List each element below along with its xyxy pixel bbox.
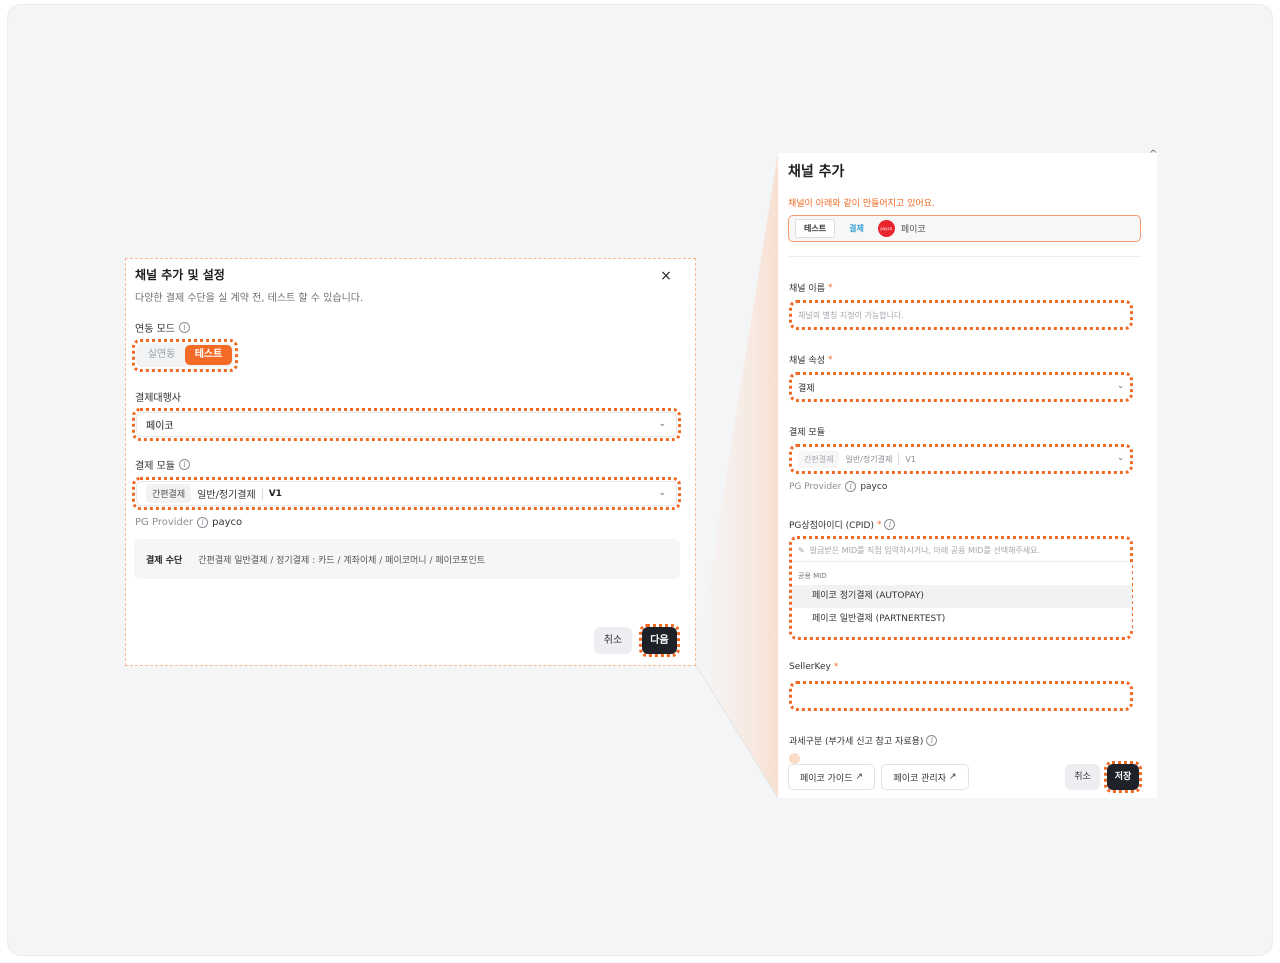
pg-label: 결제대행사: [135, 393, 181, 404]
tax-label: 과세구분 (부가세 신고 참고 자료용): [789, 737, 924, 747]
external-link-icon: ↗: [949, 772, 957, 782]
panel-title: 채널 추가: [788, 164, 845, 180]
mode-toggle[interactable]: 실연동 테스트: [136, 343, 234, 367]
preview-pg-name: 페이코: [900, 225, 926, 235]
chevron-down-icon: ⌄: [658, 487, 666, 498]
pay-method-box: 결제 수단 간편결제 일반결제 / 정기결제 : 카드 / 계좌이체 / 페이코…: [134, 539, 680, 579]
module-tag: 간편결제: [146, 484, 192, 503]
channel-name-label-row: 채널 이름 *: [789, 281, 833, 295]
module-type: 일반/정기결제: [845, 454, 893, 464]
mid-option-autopay[interactable]: 페이코 정기결제 (AUTOPAY): [792, 585, 1132, 608]
save-button[interactable]: 저장: [1107, 764, 1139, 790]
info-icon[interactable]: i: [845, 481, 857, 492]
info-icon[interactable]: i: [926, 735, 938, 746]
module-label: 결제 모듈: [135, 461, 175, 472]
required-mark: *: [827, 354, 833, 365]
module-version: V1: [905, 454, 916, 464]
provider-row: PG Provider i payco: [135, 517, 242, 528]
module-type: 일반/정기결제: [197, 490, 256, 501]
chevron-down-icon: ⌄: [1117, 453, 1124, 462]
module-version: V1: [268, 488, 282, 499]
payco-admin-button[interactable]: 페이코 관리자 ↗: [881, 764, 969, 790]
required-mark: *: [876, 519, 882, 530]
provider-label: PG Provider: [135, 517, 194, 528]
add-channel-panel: ^ 채널 추가 채널이 아래와 같이 만들어지고 있어요. 테스트 결제 pay…: [778, 149, 1157, 798]
divider: [898, 453, 900, 465]
provider-value: payco: [860, 481, 888, 492]
mode-label: 연동 모드: [135, 324, 175, 335]
preview-type: 결제: [849, 224, 864, 233]
tax-radio[interactable]: [789, 753, 800, 764]
pg-select[interactable]: 페이코 ⌄: [136, 412, 677, 437]
info-icon[interactable]: i: [884, 519, 896, 530]
tax-label-row: 과세구분 (부가세 신고 참고 자료용) i: [789, 734, 938, 747]
info-icon[interactable]: i: [178, 459, 190, 470]
info-icon[interactable]: i: [178, 322, 190, 333]
cancel-button[interactable]: 취소: [594, 627, 632, 654]
required-mark: *: [833, 662, 839, 672]
divider: [261, 487, 263, 500]
provider-label: PG Provider: [789, 481, 842, 492]
preview-mode-badge: 테스트: [795, 219, 836, 238]
sellerkey-label-row: SellerKey *: [789, 662, 838, 672]
channel-name-label: 채널 이름: [789, 284, 825, 294]
module-select[interactable]: 간편결제 일반/정기결제 V1 ⌄: [136, 481, 677, 506]
channel-attr-label-row: 채널 속성 *: [789, 353, 833, 367]
module-tag: 간편결제: [798, 450, 840, 468]
modal-subtitle: 다양한 결제 수단을 실 계약 전, 테스트 할 수 있습니다.: [135, 293, 364, 304]
pencil-icon: ✎: [798, 546, 805, 555]
guide-label: 페이코 가이드: [799, 773, 853, 784]
mode-option-test[interactable]: 테스트: [185, 345, 232, 365]
required-mark: *: [827, 282, 833, 293]
mid-group-label: 공용 MID: [798, 572, 827, 580]
next-button[interactable]: 다음: [642, 627, 677, 654]
cpid-placeholder: 발급받은 MID를 직접 입력하시거나, 아래 공용 MID를 선택해주세요.: [809, 546, 1041, 555]
sellerkey-label: SellerKey: [789, 662, 831, 672]
modal-title: 채널 추가 및 설정: [135, 268, 225, 282]
channel-attr-value: 결제: [798, 383, 815, 394]
module-label: 결제 모듈: [789, 428, 825, 438]
sellerkey-input[interactable]: [792, 685, 1130, 707]
chevron-down-icon: ⌄: [658, 418, 666, 429]
close-icon[interactable]: ×: [659, 269, 673, 283]
channel-preview: 테스트 결제 payco 페이코: [788, 215, 1141, 242]
admin-label: 페이코 관리자: [893, 773, 946, 784]
module-label-row: 결제 모듈 i: [135, 457, 190, 472]
channel-name-input[interactable]: 채널의 별칭 지정이 가능합니다.: [792, 304, 1130, 326]
payco-guide-button[interactable]: 페이코 가이드 ↗: [788, 764, 875, 790]
mode-option-live[interactable]: 실연동: [138, 345, 185, 365]
module-select[interactable]: 간편결제 일반/정기결제 V1 ⌄: [792, 448, 1130, 470]
info-icon[interactable]: i: [197, 517, 209, 528]
preview-notice: 채널이 아래와 같이 만들어지고 있어요.: [788, 199, 935, 209]
cpid-label: PG상점아이디 (CPID): [789, 521, 874, 531]
provider-row: PG Provider i payco: [789, 481, 887, 492]
payco-logo-icon: payco: [877, 220, 895, 237]
pg-select-value: 페이코: [146, 421, 174, 432]
chevron-down-icon: ⌄: [1117, 381, 1124, 390]
external-link-icon: ↗: [855, 772, 864, 782]
pay-method-value: 간편결제 일반결제 / 정기결제 : 카드 / 계좌이체 / 페이코머니 / 페…: [198, 555, 486, 566]
cpid-input[interactable]: ✎ 발급받은 MID를 직접 입력하시거나, 아래 공용 MID를 선택해주세요…: [792, 540, 1130, 562]
cancel-button[interactable]: 취소: [1065, 764, 1100, 790]
cpid-label-row: PG상점아이디 (CPID) * i: [789, 518, 896, 531]
chevron-up-icon[interactable]: ^: [1149, 149, 1157, 160]
mid-option-partnertest[interactable]: 페이코 일반결제 (PARTNERTEST): [792, 608, 1132, 631]
channel-attr-label: 채널 속성: [789, 356, 825, 366]
provider-value: payco: [212, 517, 243, 528]
mode-label-row: 연동 모드 i: [135, 320, 190, 335]
channel-attr-select[interactable]: 결제 ⌄: [792, 376, 1130, 398]
divider: [788, 256, 1141, 257]
mid-dropdown: 공용 MID 페이코 정기결제 (AUTOPAY) 페이코 일반결제 (PART…: [792, 565, 1132, 631]
add-channel-modal: 채널 추가 및 설정 × 다양한 결제 수단을 실 계약 전, 테스트 할 수 …: [125, 258, 696, 666]
pay-method-label: 결제 수단: [146, 555, 183, 566]
